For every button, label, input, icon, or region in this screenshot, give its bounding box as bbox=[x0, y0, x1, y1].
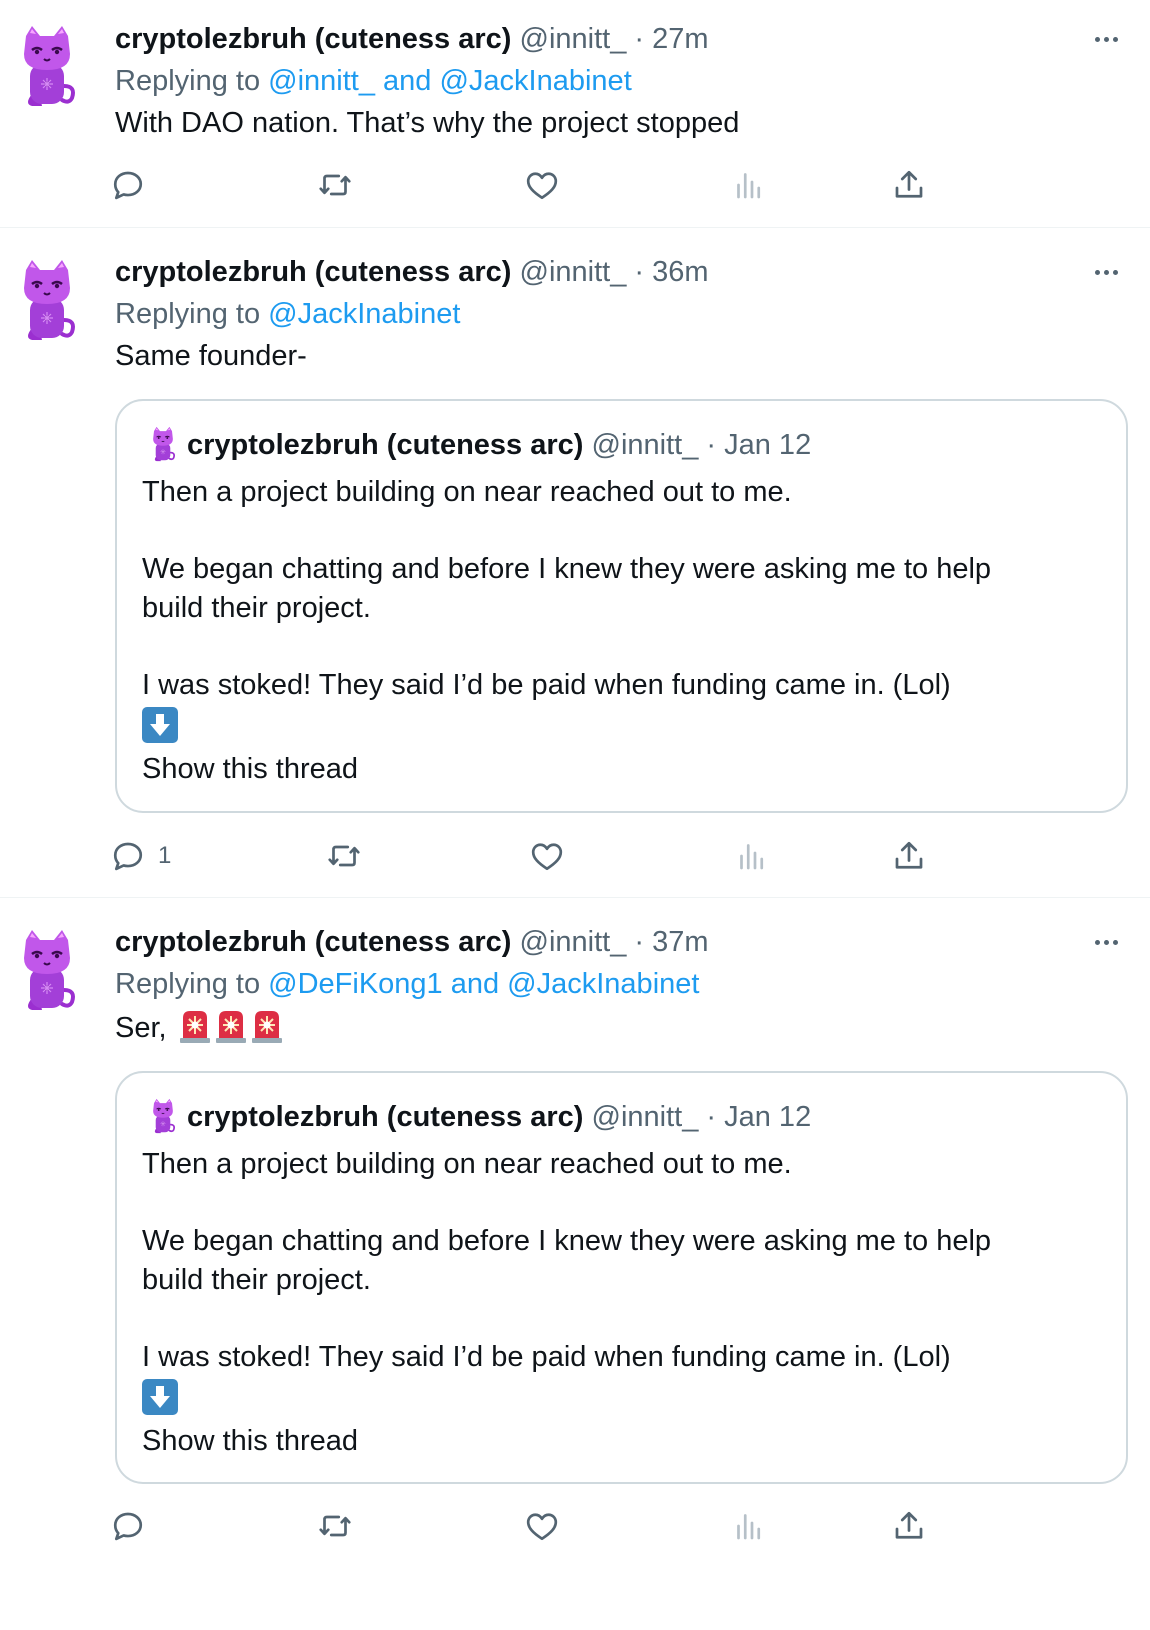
action-bar bbox=[0, 1504, 1150, 1548]
tweet-header: cryptolezbruh (cuteness arc) @innitt_ · … bbox=[115, 924, 709, 960]
quoted-tweet-card[interactable]: cryptolezbruh (cuteness arc) @innitt_ · … bbox=[115, 399, 1128, 813]
reply-icon bbox=[110, 167, 146, 203]
views-chart-icon bbox=[731, 167, 767, 203]
quote-timestamp: · Jan 12 bbox=[706, 1101, 812, 1133]
police-light-emoji-icon bbox=[179, 1008, 211, 1044]
quote-text-line: I was stoked! They said I’d be paid when… bbox=[142, 669, 951, 701]
retweet-icon bbox=[317, 1508, 353, 1544]
display-name[interactable]: cryptolezbruh (cuteness arc) bbox=[115, 256, 511, 288]
retweet-button[interactable] bbox=[317, 1504, 353, 1548]
replying-to-handles[interactable]: @DeFiKong1 and @JackInabinet bbox=[268, 968, 699, 1000]
quote-avatar-purple-cat-icon bbox=[150, 426, 176, 462]
show-thread-link[interactable]: Show this thread bbox=[142, 749, 358, 789]
share-icon bbox=[891, 1508, 927, 1544]
action-bar bbox=[0, 163, 1150, 207]
replying-prefix: Replying to bbox=[115, 65, 261, 97]
avatar-purple-cat-icon[interactable] bbox=[18, 24, 76, 108]
like-button[interactable] bbox=[524, 163, 560, 207]
replying-to: Replying to @DeFiKong1 and @JackInabinet bbox=[115, 966, 699, 1002]
quote-text-line: We began chatting and before I knew they… bbox=[142, 1225, 992, 1257]
reply-icon bbox=[110, 1508, 146, 1544]
views-button[interactable] bbox=[731, 1504, 767, 1548]
show-thread-link[interactable]: Show this thread bbox=[142, 1421, 358, 1461]
quote-header: cryptolezbruh (cuteness arc) @innitt_ · … bbox=[187, 1097, 811, 1137]
police-light-emoji-icon bbox=[251, 1008, 283, 1044]
heart-icon bbox=[529, 838, 565, 874]
reply-button[interactable] bbox=[110, 163, 158, 207]
reply-count: 1 bbox=[158, 842, 172, 869]
quote-text-line: build their project. bbox=[142, 1264, 371, 1296]
more-dots-icon[interactable] bbox=[1088, 29, 1124, 49]
avatar-purple-cat-icon[interactable] bbox=[18, 258, 76, 342]
share-button[interactable] bbox=[891, 1504, 927, 1548]
quote-display-name: cryptolezbruh (cuteness arc) bbox=[187, 429, 584, 461]
handle[interactable]: @innitt_ bbox=[520, 23, 627, 55]
retweet-button[interactable] bbox=[317, 163, 353, 207]
like-button[interactable] bbox=[529, 834, 565, 878]
more-dots-icon[interactable] bbox=[1088, 262, 1124, 282]
retweet-icon bbox=[317, 167, 353, 203]
quote-avatar-purple-cat-icon bbox=[150, 1098, 176, 1134]
tweet-header: cryptolezbruh (cuteness arc) @innitt_ · … bbox=[115, 21, 709, 57]
quote-text-line: Then a project building on near reached … bbox=[142, 1148, 792, 1180]
heart-icon bbox=[524, 167, 560, 203]
quoted-tweet-card[interactable]: cryptolezbruh (cuteness arc) @innitt_ · … bbox=[115, 1071, 1128, 1484]
retweet-button[interactable] bbox=[326, 834, 362, 878]
replying-to-handles[interactable]: @innitt_ and @JackInabinet bbox=[268, 65, 632, 97]
tweet-text: With DAO nation. That’s why the project … bbox=[115, 107, 740, 139]
retweet-icon bbox=[326, 838, 362, 874]
reply-icon bbox=[110, 838, 146, 874]
replying-to: Replying to @JackInabinet bbox=[115, 296, 460, 332]
more-dots-icon[interactable] bbox=[1088, 932, 1124, 952]
display-name[interactable]: cryptolezbruh (cuteness arc) bbox=[115, 926, 511, 958]
tweet[interactable]: cryptolezbruh (cuteness arc) @innitt_ · … bbox=[0, 0, 1150, 228]
share-icon bbox=[891, 838, 927, 874]
quote-text-line: Then a project building on near reached … bbox=[142, 476, 792, 508]
tweet-text: Same founder- bbox=[115, 340, 307, 372]
tweet-text: Ser, bbox=[115, 1012, 167, 1044]
views-button[interactable] bbox=[731, 163, 767, 207]
action-bar: 1 bbox=[0, 834, 1150, 878]
handle[interactable]: @innitt_ bbox=[520, 256, 627, 288]
quote-handle: @innitt_ bbox=[591, 1101, 699, 1133]
quote-text-line: We began chatting and before I knew they… bbox=[142, 553, 992, 585]
tweet-header: cryptolezbruh (cuteness arc) @innitt_ · … bbox=[115, 254, 709, 290]
heart-icon bbox=[524, 1508, 560, 1544]
like-button[interactable] bbox=[524, 1504, 560, 1548]
tweet[interactable]: cryptolezbruh (cuteness arc) @innitt_ · … bbox=[0, 898, 1150, 1630]
quote-text-line: I was stoked! They said I’d be paid when… bbox=[142, 1341, 951, 1373]
reply-button[interactable]: 1 bbox=[110, 834, 171, 878]
views-chart-icon bbox=[734, 838, 770, 874]
tweet-text-row: Ser, bbox=[115, 1008, 283, 1046]
quote-display-name: cryptolezbruh (cuteness arc) bbox=[187, 1101, 584, 1133]
replying-prefix: Replying to bbox=[115, 968, 261, 1000]
share-button[interactable] bbox=[891, 163, 927, 207]
display-name[interactable]: cryptolezbruh (cuteness arc) bbox=[115, 23, 511, 55]
reply-button[interactable] bbox=[110, 1504, 158, 1548]
replying-to-handles[interactable]: @JackInabinet bbox=[268, 298, 460, 330]
timestamp[interactable]: · 27m bbox=[634, 23, 708, 55]
share-icon bbox=[891, 167, 927, 203]
quote-timestamp: · Jan 12 bbox=[706, 429, 812, 461]
quote-header: cryptolezbruh (cuteness arc) @innitt_ · … bbox=[187, 425, 811, 465]
police-light-emoji-icon bbox=[215, 1008, 247, 1044]
timestamp[interactable]: · 37m bbox=[634, 926, 708, 958]
share-button[interactable] bbox=[891, 834, 927, 878]
quote-text-line: build their project. bbox=[142, 592, 371, 624]
views-chart-icon bbox=[731, 1508, 767, 1544]
replying-prefix: Replying to bbox=[115, 298, 261, 330]
replying-to: Replying to @innitt_ and @JackInabinet bbox=[115, 63, 632, 99]
quote-handle: @innitt_ bbox=[591, 429, 699, 461]
down-arrow-emoji-icon bbox=[142, 1379, 178, 1415]
timestamp[interactable]: · 36m bbox=[634, 256, 708, 288]
views-button[interactable] bbox=[734, 834, 770, 878]
down-arrow-emoji-icon bbox=[142, 707, 178, 743]
avatar-purple-cat-icon[interactable] bbox=[18, 928, 76, 1012]
handle[interactable]: @innitt_ bbox=[520, 926, 627, 958]
tweet[interactable]: cryptolezbruh (cuteness arc) @innitt_ · … bbox=[0, 228, 1150, 898]
